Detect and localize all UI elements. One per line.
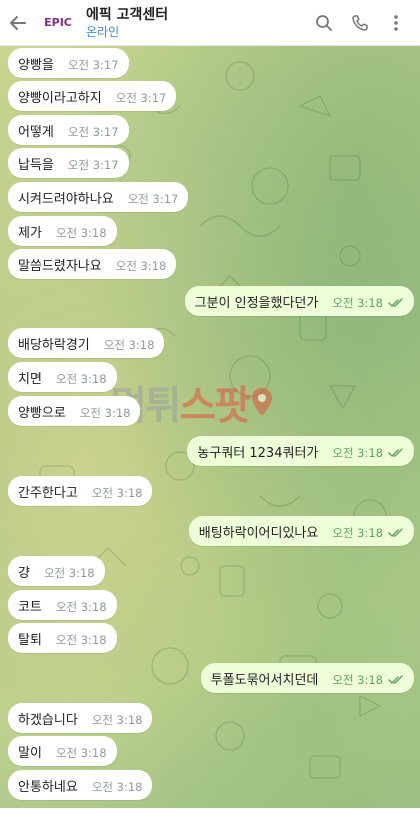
message-bubble-incoming[interactable]: 양빵이라고하지 오전 3:17	[8, 81, 177, 111]
message-time: 오전 3:17	[127, 192, 179, 206]
chat-status: 온라인	[86, 24, 120, 39]
message-text: 납득을	[18, 157, 54, 173]
call-button[interactable]	[342, 0, 378, 46]
message-text: 탈퇴	[18, 632, 42, 648]
read-check-icon	[388, 528, 404, 538]
message-time: 오전 3:18	[55, 372, 107, 386]
message-text: 배당하락경기	[18, 337, 90, 353]
message-text: 안통하네요	[18, 779, 78, 795]
phone-icon	[352, 14, 368, 31]
message-bubble-incoming[interactable]: 하겠습니다 오전 3:18	[8, 703, 153, 733]
message-time: 오전 3:18	[91, 713, 143, 727]
message-time: 오전 3:18	[91, 780, 143, 794]
message-bubble-incoming[interactable]: 제가 오전 3:18	[8, 216, 117, 246]
message-text: 하겠습니다	[18, 712, 78, 728]
message-bubble-outgoing[interactable]: 투폴도묶어서치던데 오전 3:18	[200, 663, 414, 693]
message-time: 오전 3:18	[332, 673, 383, 687]
read-check-icon	[388, 675, 404, 685]
message-text: 시켜드려야하나요	[18, 191, 114, 207]
message-time: 오전 3:18	[55, 633, 107, 647]
message-bubble-outgoing[interactable]: 그분이 인정을했다던가 오전 3:18	[184, 286, 414, 316]
back-arrow-icon	[10, 15, 26, 30]
message-bubble-incoming[interactable]: 탈퇴 오전 3:18	[8, 623, 117, 653]
message-time: 오전 3:18	[43, 566, 95, 580]
message-bubble-incoming[interactable]: 시켜드려야하나요 오전 3:17	[8, 182, 189, 212]
chat-title: 에픽 고객센터	[86, 6, 169, 23]
message-text: 양빵을	[18, 57, 54, 73]
message-time: 오전 3:18	[55, 600, 107, 614]
message-bubble-incoming[interactable]: 말이 오전 3:18	[8, 736, 117, 766]
chat-area[interactable]: 먹튀 스팟 양빵을 오전 3:17 양빵이라고하지 오전 3:17 어떻게 오전…	[0, 46, 420, 808]
message-text: 투폴도묶어서치던데	[210, 672, 319, 688]
message-text: 농구쿼터 1234쿼터가	[197, 445, 319, 461]
header-actions	[306, 0, 414, 46]
message-bubble-incoming[interactable]: 양빵으로 오전 3:18	[8, 396, 141, 426]
message-bubble-outgoing[interactable]: 농구쿼터 1234쿼터가 오전 3:18	[187, 436, 414, 466]
message-text: 걍	[18, 565, 30, 581]
message-time: 오전 3:18	[91, 486, 143, 500]
message-bubble-outgoing[interactable]: 배팅하락이어디있나요 오전 3:18	[188, 516, 414, 546]
more-button[interactable]	[378, 0, 414, 46]
avatar[interactable]: EPIC	[38, 2, 78, 43]
message-time: 오전 3:18	[55, 746, 107, 760]
message-bubble-incoming[interactable]: 양빵을 오전 3:17	[8, 48, 129, 78]
message-time: 오전 3:18	[332, 526, 383, 540]
message-bubble-incoming[interactable]: 코트 오전 3:18	[8, 590, 117, 620]
message-text: 코트	[18, 599, 42, 615]
message-text: 제가	[18, 225, 42, 241]
message-bubble-incoming[interactable]: 걍 오전 3:18	[8, 556, 105, 586]
message-bubble-incoming[interactable]: 간주한다고 오전 3:18	[8, 476, 153, 506]
message-bubble-incoming[interactable]: 어떻게 오전 3:17	[8, 115, 129, 145]
message-text: 말이	[18, 745, 42, 761]
search-icon	[316, 14, 332, 31]
message-text: 어떻게	[18, 124, 54, 140]
message-bubble-incoming[interactable]: 안통하네요 오전 3:18	[8, 770, 153, 800]
message-bubble-incoming[interactable]: 납득을 오전 3:17	[8, 148, 129, 178]
message-time: 오전 3:18	[332, 296, 383, 310]
map-pin-icon	[252, 388, 273, 416]
message-bubble-incoming[interactable]: 말씀드렸자나요 오전 3:18	[8, 249, 177, 279]
message-text: 간주한다고	[18, 485, 78, 501]
message-text: 양빵으로	[18, 405, 66, 421]
message-time: 오전 3:18	[55, 226, 107, 240]
search-button[interactable]	[306, 0, 342, 46]
message-time: 오전 3:18	[115, 259, 167, 273]
message-time: 오전 3:17	[67, 58, 119, 72]
message-text: 치면	[18, 371, 42, 387]
read-check-icon	[388, 298, 404, 308]
message-time: 오전 3:17	[67, 125, 119, 139]
message-text: 말씀드렸자나요	[18, 258, 102, 274]
message-text: 배팅하락이어디있나요	[198, 525, 319, 541]
message-time: 오전 3:18	[79, 406, 131, 420]
more-vert-icon	[394, 14, 398, 31]
message-bubble-incoming[interactable]: 배당하락경기 오전 3:18	[8, 328, 165, 358]
read-check-icon	[388, 448, 404, 458]
message-time: 오전 3:17	[115, 91, 167, 105]
chat-header: EPIC 에픽 고객센터 온라인	[0, 0, 420, 46]
message-bubble-incoming[interactable]: 치면 오전 3:18	[8, 362, 117, 392]
message-text: 그분이 인정을했다던가	[194, 295, 319, 311]
message-time: 오전 3:17	[67, 158, 119, 172]
message-text: 양빵이라고하지	[18, 90, 102, 106]
message-time: 오전 3:18	[103, 338, 155, 352]
message-time: 오전 3:18	[332, 446, 383, 460]
back-button[interactable]	[2, 0, 34, 46]
chat-title-block[interactable]: 에픽 고객센터 온라인	[86, 6, 168, 40]
bottom-edge	[0, 808, 420, 814]
